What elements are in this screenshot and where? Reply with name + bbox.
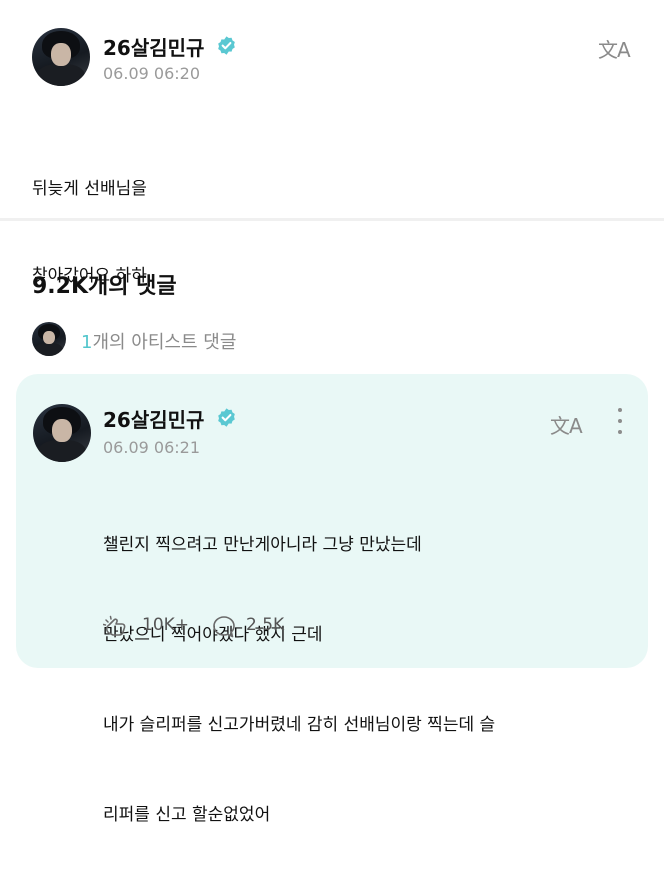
comment-body-line: 챌린지 찍으려고 만난게아니라 그냥 만났는데 <box>103 535 422 555</box>
section-divider <box>0 218 664 221</box>
post-body-line: 뒤늦게 선배님을 <box>32 179 147 199</box>
reply-count: 2.5K <box>246 615 285 635</box>
like-icon[interactable] <box>103 613 131 639</box>
translate-icon[interactable]: 文A <box>550 410 583 439</box>
comment-author-name[interactable]: 26살김민규 <box>103 404 204 433</box>
post: 26살김민규 06.09 06:20 文A 뒤늦게 선배님을 찾아갔어요 하하 <box>0 0 664 286</box>
comment-body: 챌린지 찍으려고 만난게아니라 그냥 만났는데 만났으니 찍어야겠다 했지 근데… <box>103 470 495 890</box>
post-body: 뒤늦게 선배님을 찾아갔어요 하하 <box>32 117 147 349</box>
author-avatar[interactable] <box>32 28 90 86</box>
comment-count-heading: 9.2K개의 댓글 <box>32 274 177 299</box>
translate-icon[interactable]: 文A <box>598 34 631 63</box>
artist-comments-label: 1개의 아티스트 댓글 <box>81 328 236 354</box>
artist-avatar <box>32 322 66 356</box>
artist-comment-count: 1 <box>81 332 93 353</box>
more-options-icon[interactable] <box>618 408 622 436</box>
comment-author-avatar[interactable] <box>33 404 91 462</box>
like-count: 10K+ <box>142 615 190 635</box>
post-timestamp: 06.09 06:20 <box>103 64 200 83</box>
comment-timestamp: 06.09 06:21 <box>103 438 200 457</box>
verified-badge-icon <box>218 408 235 427</box>
comment-body-line: 내가 슬리퍼를 신고가버렸네 감히 선배님이랑 찍는데 슬 <box>103 715 496 735</box>
artist-comment-card: 26살김민규 06.09 06:21 文A 챌린지 찍으려고 만난게아니라 그냥… <box>16 374 648 825</box>
author-name[interactable]: 26살김민규 <box>103 32 204 61</box>
comment-body-line: 리퍼를 신고 할순없었어 <box>103 805 271 825</box>
verified-badge-icon <box>218 36 235 55</box>
reply-icon[interactable] <box>211 614 237 640</box>
artist-comment-suffix: 개의 아티스트 댓글 <box>92 332 237 353</box>
